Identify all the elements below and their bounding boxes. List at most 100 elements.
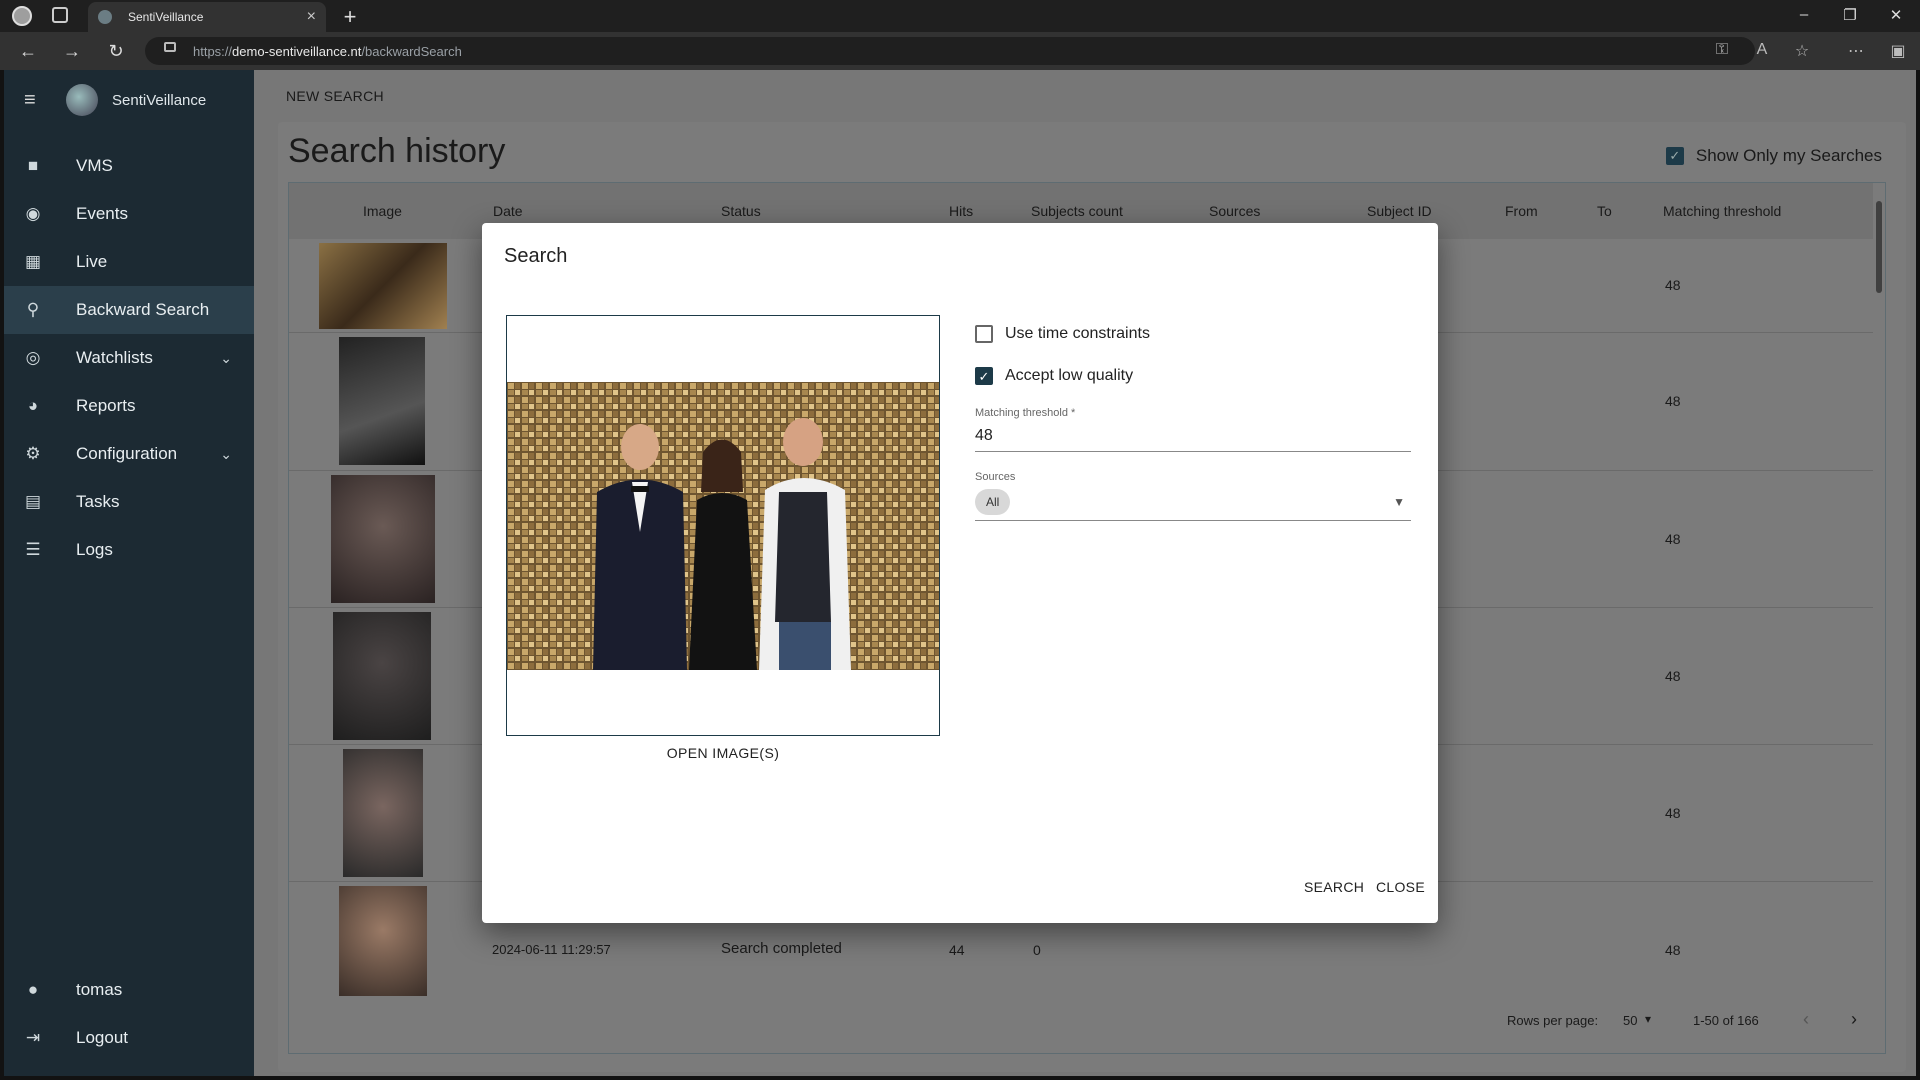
restore-icon[interactable]: ❐ <box>1830 6 1870 24</box>
tab-title: SentiVeillance <box>128 10 204 24</box>
sources-select[interactable]: Sources All ▼ <box>975 471 1411 521</box>
sidebar-item-label: VMS <box>76 156 113 175</box>
checkbox-unchecked-icon[interactable] <box>975 325 993 343</box>
logout-icon: ⇥ <box>25 1028 41 1047</box>
sidebar-item-user[interactable]: ● tomas <box>4 966 254 1014</box>
menu-icon[interactable]: ≡ <box>24 89 44 112</box>
url-path: /backwardSearch <box>361 43 462 59</box>
checkbox-label: Accept low quality <box>1005 367 1134 384</box>
column-header[interactable]: Status <box>721 203 761 219</box>
column-header[interactable]: From <box>1505 203 1538 219</box>
tab-strip: SentiVeillance × + – ❐ ✕ <box>0 0 1920 32</box>
column-header[interactable]: Subject ID <box>1367 203 1432 219</box>
sidebar-item-live[interactable]: ▦ Live <box>4 238 254 286</box>
sidebar-item-label: Logs <box>76 540 113 559</box>
checkbox-checked-icon[interactable]: ✓ <box>975 367 993 385</box>
sidebar-item-vms[interactable]: ■ VMS <box>4 142 254 190</box>
lock-icon[interactable] <box>164 42 176 52</box>
column-header[interactable]: To <box>1597 203 1612 219</box>
minimize-icon[interactable]: – <box>1784 6 1824 23</box>
column-header[interactable]: Image <box>363 203 402 219</box>
sidebar-item-label: Reports <box>76 396 136 415</box>
matching-threshold-field[interactable]: Matching threshold * 48 <box>975 407 1411 452</box>
checkbox-checked-icon[interactable]: ✓ <box>1665 147 1684 165</box>
new-search-button[interactable]: NEW SEARCH <box>286 88 384 104</box>
dialog-title: Search <box>504 245 568 267</box>
subject-thumbnail <box>343 749 423 877</box>
accept-low-quality-checkbox[interactable]: ✓ Accept low quality <box>975 367 1133 385</box>
image-drop-area[interactable] <box>506 315 940 736</box>
reload-icon[interactable]: ↻ <box>104 41 128 62</box>
sidebar-item-label: Watchlists <box>76 348 153 367</box>
search-button[interactable]: SEARCH <box>1304 879 1364 895</box>
profile-icon[interactable] <box>12 6 32 26</box>
show-only-my-searches[interactable]: ✓ Show Only my Searches <box>1665 146 1882 166</box>
user-name: tomas <box>76 980 123 999</box>
sidebar-item-label: Live <box>76 252 108 271</box>
sidebar-item-logs[interactable]: ☰ Logs <box>4 526 254 574</box>
table-scrollbar[interactable] <box>1873 183 1885 991</box>
subject-thumbnail <box>331 475 435 603</box>
aperture-icon: ◉ <box>25 204 41 223</box>
sidebar-item-logout[interactable]: ⇥ Logout <box>4 1014 254 1062</box>
column-header[interactable]: Subjects count <box>1031 203 1123 219</box>
search-icon: ⚲ <box>26 300 40 319</box>
dropdown-arrow-icon[interactable]: ▼ <box>1393 495 1405 509</box>
chevron-down-icon[interactable]: ⌄ <box>220 446 232 463</box>
rows-per-page-select[interactable]: 50 <box>1623 1013 1637 1028</box>
scrollbar-thumb[interactable] <box>1876 201 1882 293</box>
threshold-cell: 48 <box>1665 393 1681 409</box>
prev-page-icon[interactable]: ‹ <box>1803 1009 1809 1030</box>
column-header[interactable]: Date <box>493 203 523 219</box>
sidebar-item-label: Tasks <box>76 492 120 511</box>
address-bar[interactable]: https://demo-sentiveillance.nt/backwardS… <box>145 37 1755 65</box>
close-button[interactable]: CLOSE <box>1376 879 1425 895</box>
open-images-button[interactable]: OPEN IMAGE(S) <box>506 745 940 761</box>
sidebar-item-reports[interactable]: ◕ Reports <box>4 382 254 430</box>
logo <box>66 84 98 116</box>
checkbox-label: Use time constraints <box>1005 325 1150 342</box>
tab-actions-icon[interactable] <box>52 7 68 23</box>
forward-icon[interactable]: → <box>60 41 84 62</box>
column-header[interactable]: Hits <box>949 203 973 219</box>
read-aloud-icon[interactable]: A <box>1750 41 1774 59</box>
subject-thumbnail <box>339 337 425 465</box>
sidebar-item-configuration[interactable]: ⚙ Configuration ⌄ <box>4 430 254 478</box>
back-icon[interactable]: ← <box>16 41 40 62</box>
subject-thumbnail <box>333 612 431 740</box>
column-header[interactable]: Sources <box>1209 203 1260 219</box>
sidebar-item-label: Configuration <box>76 444 178 463</box>
pie-chart-icon: ◕ <box>27 396 39 415</box>
threshold-cell: 48 <box>1665 668 1681 684</box>
threshold-cell: 48 <box>1665 805 1681 821</box>
threshold-input[interactable]: 48 <box>975 427 1411 451</box>
field-label: Matching threshold * <box>975 407 1076 419</box>
favorite-star-icon[interactable]: ☆ <box>1790 41 1814 61</box>
sidebar-header: ≡ SentiVeillance <box>4 70 254 130</box>
use-time-constraints-checkbox[interactable]: Use time constraints <box>975 325 1150 343</box>
date-cell: 2024-06-11 11:29:57 <box>492 942 611 957</box>
browser-tab[interactable]: SentiVeillance × <box>88 2 326 32</box>
camera-icon: ■ <box>27 156 39 175</box>
threshold-cell: 48 <box>1665 942 1681 958</box>
column-header[interactable]: Matching threshold <box>1663 203 1781 219</box>
subject-thumbnail <box>319 243 447 329</box>
more-menu-icon[interactable]: ⋯ <box>1844 41 1868 61</box>
sidebar-toggle-icon[interactable]: ▣ <box>1886 41 1910 61</box>
sidebar-item-watchlists[interactable]: ◎ Watchlists ⌄ <box>4 334 254 382</box>
chevron-down-icon[interactable]: ⌄ <box>220 350 232 367</box>
window-close-icon[interactable]: ✕ <box>1876 6 1916 24</box>
key-icon[interactable]: ⚿ <box>1710 41 1734 59</box>
caret-down-icon[interactable]: ▾ <box>1645 1012 1651 1026</box>
favicon-icon <box>98 10 112 24</box>
sidebar-item-tasks[interactable]: ▤ Tasks <box>4 478 254 526</box>
query-photo-svg <box>507 382 939 670</box>
sidebar-item-backward-search[interactable]: ⚲ Backward Search <box>4 286 254 334</box>
sidebar-item-label: Backward Search <box>76 300 210 319</box>
field-label: Sources <box>975 471 1016 483</box>
source-chip[interactable]: All <box>975 489 1011 515</box>
next-page-icon[interactable]: › <box>1851 1009 1857 1030</box>
sidebar-item-events[interactable]: ◉ Events <box>4 190 254 238</box>
close-tab-icon[interactable]: × <box>307 8 316 26</box>
new-tab-icon[interactable]: + <box>340 4 360 30</box>
